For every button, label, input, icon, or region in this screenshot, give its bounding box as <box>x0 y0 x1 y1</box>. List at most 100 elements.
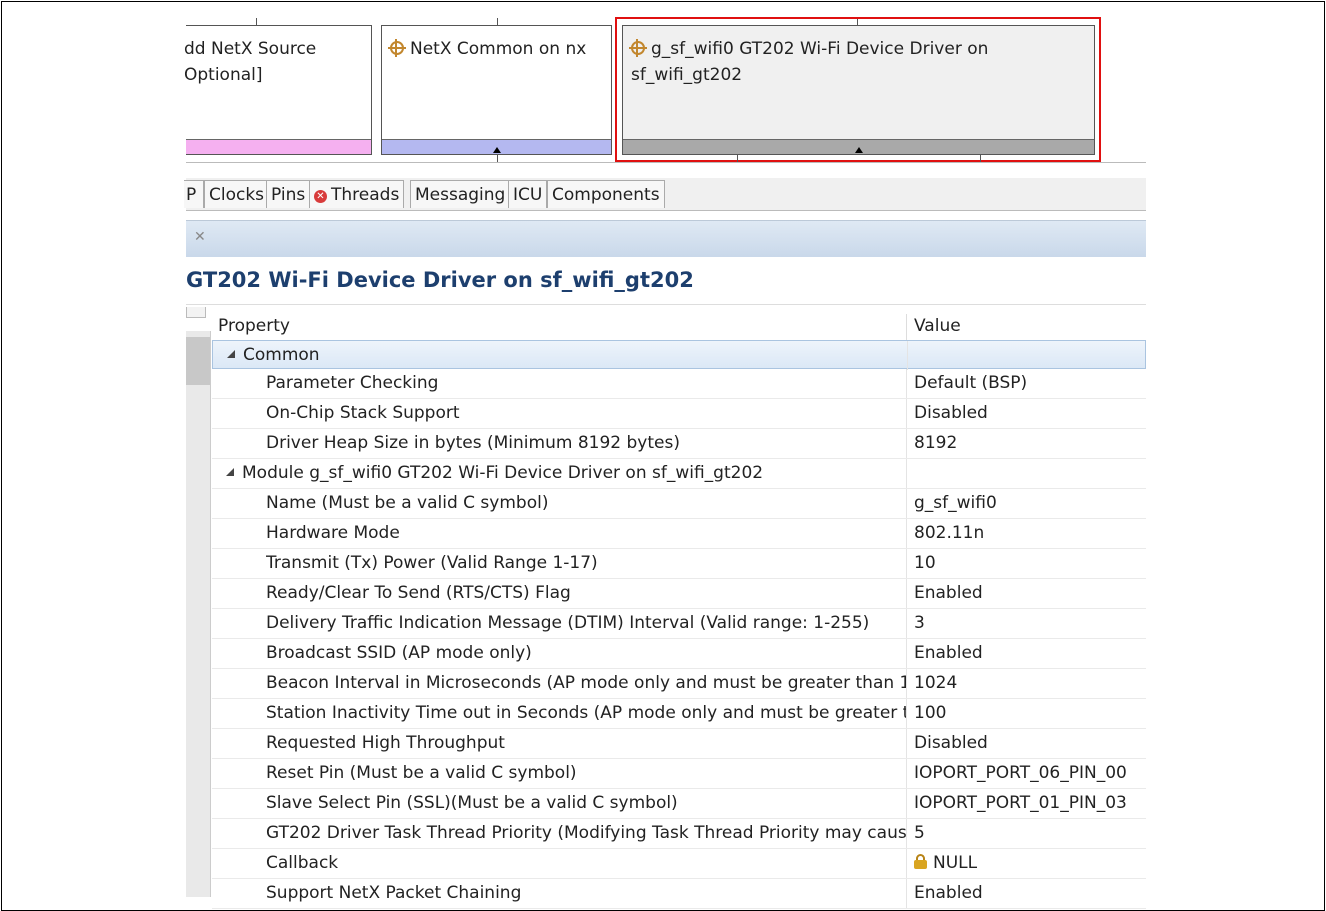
property-value[interactable]: IOPORT_PORT_06_PIN_00 <box>914 759 1146 788</box>
cell-separator <box>906 609 907 638</box>
property-name: Callback <box>266 853 339 873</box>
property-value[interactable]: 802.11n <box>914 519 1146 548</box>
property-name: Ready/Clear To Send (RTS/CTS) Flag <box>266 583 571 603</box>
tab-messaging[interactable]: Messaging <box>410 180 511 208</box>
cell-separator <box>906 849 907 878</box>
property-value[interactable]: 100 <box>914 699 1146 728</box>
property-value[interactable]: 10 <box>914 549 1146 578</box>
left-panel-strip <box>186 307 211 897</box>
property-name: On-Chip Stack Support <box>266 403 460 423</box>
property-name: Parameter Checking <box>266 373 439 393</box>
table-row[interactable]: Support NetX Packet Chaining Enabled <box>212 879 1146 909</box>
property-name: Requested High Throughput <box>266 733 505 753</box>
expand-up-icon[interactable] <box>493 147 501 153</box>
table-body: Common Parameter Checking Default (BSP) On-… <box>212 340 1146 909</box>
tab-components[interactable]: Components <box>547 180 665 208</box>
tab-bsp[interactable]: P <box>184 180 204 208</box>
stack-color-bar <box>382 139 611 154</box>
divider <box>186 304 1146 305</box>
cell-separator <box>906 819 907 848</box>
column-separator[interactable] <box>906 314 907 340</box>
table-row[interactable]: Broadcast SSID (AP mode only) Enabled <box>212 639 1146 669</box>
table-row[interactable]: Transmit (Tx) Power (Valid Range 1-17) 10 <box>212 549 1146 579</box>
property-name: Hardware Mode <box>266 523 400 543</box>
tab-icu[interactable]: ICU <box>508 180 548 208</box>
tab-pins[interactable]: Pins <box>266 180 311 208</box>
property-value[interactable]: 8192 <box>914 429 1146 458</box>
table-row[interactable]: GT202 Driver Task Thread Priority (Modif… <box>212 819 1146 849</box>
cell-separator <box>906 369 907 398</box>
cell-separator <box>906 759 907 788</box>
property-name: Station Inactivity Time out in Seconds (… <box>266 703 906 723</box>
connector-line <box>497 154 498 162</box>
property-name: Module g_sf_wifi0 GT202 Wi-Fi Device Dri… <box>226 459 866 488</box>
tab-clocks[interactable]: Clocks <box>204 180 270 208</box>
property-value[interactable]: 5 <box>914 819 1146 848</box>
stack-add-netx-source[interactable]: dd NetX Source Optional] <box>184 25 372 155</box>
stack-netx-common[interactable]: NetX Common on nx <box>381 25 612 155</box>
table-row[interactable]: Requested High Throughput Disabled <box>212 729 1146 759</box>
collapse-triangle-icon[interactable] <box>227 350 235 358</box>
property-value[interactable]: Disabled <box>914 729 1146 758</box>
scroll-track <box>186 331 211 897</box>
stack-color-bar <box>186 139 371 154</box>
table-row[interactable]: Reset Pin (Must be a valid C symbol) IOPO… <box>212 759 1146 789</box>
table-header: Property Value <box>212 312 1146 340</box>
panel-tab[interactable] <box>186 307 206 318</box>
cell-separator <box>906 699 907 728</box>
property-name: Slave Select Pin (SSL)(Must be a valid C… <box>266 793 678 813</box>
table-row[interactable]: Delivery Traffic Indication Message (DTI… <box>212 609 1146 639</box>
table-row[interactable]: Slave Select Pin (SSL)(Must be a valid C… <box>212 789 1146 819</box>
cell-separator <box>906 789 907 818</box>
column-header-property[interactable]: Property <box>218 312 290 340</box>
property-value[interactable]: Enabled <box>914 639 1146 668</box>
cell-separator <box>906 729 907 758</box>
property-name: Support NetX Packet Chaining <box>266 883 522 903</box>
table-row[interactable]: Ready/Clear To Send (RTS/CTS) Flag Enable… <box>212 579 1146 609</box>
property-value[interactable]: Enabled <box>914 879 1146 908</box>
table-row[interactable]: Hardware Mode 802.11n <box>212 519 1146 549</box>
divider <box>186 162 1146 163</box>
property-name: Delivery Traffic Indication Message (DTI… <box>266 613 870 633</box>
property-name: Beacon Interval in Microseconds (AP mode… <box>266 673 906 693</box>
property-value[interactable]: NULL <box>914 849 1146 878</box>
table-row[interactable]: On-Chip Stack Support Disabled <box>212 399 1146 429</box>
table-row[interactable]: Callback NULL <box>212 849 1146 879</box>
config-tabs: P Clocks Pins ✕ Threads Messaging ICU Com… <box>184 178 1146 211</box>
property-name: Reset Pin (Must be a valid C symbol) <box>266 763 577 783</box>
cell-separator <box>906 489 907 518</box>
property-value[interactable]: IOPORT_PORT_01_PIN_03 <box>914 789 1146 818</box>
cell-separator <box>906 549 907 578</box>
table-row[interactable]: Beacon Interval in Microseconds (AP mode… <box>212 669 1146 699</box>
tab-threads[interactable]: ✕ Threads <box>309 180 405 208</box>
column-header-value[interactable]: Value <box>914 312 961 340</box>
close-icon[interactable]: ✕ <box>194 229 206 245</box>
property-value[interactable]: 1024 <box>914 669 1146 698</box>
cell-separator <box>907 341 908 370</box>
table-row[interactable]: Parameter Checking Default (BSP) <box>212 369 1146 399</box>
property-value[interactable]: Enabled <box>914 579 1146 608</box>
cell-separator <box>906 429 907 458</box>
table-group-row[interactable]: Common <box>212 340 1146 370</box>
property-name: Name (Must be a valid C symbol) <box>266 493 549 513</box>
module-icon <box>388 39 406 57</box>
table-row[interactable]: Station Inactivity Time out in Seconds (… <box>212 699 1146 729</box>
stack-label: NetX Common on nx <box>386 36 586 62</box>
property-name: GT202 Driver Task Thread Priority (Modif… <box>266 823 906 843</box>
table-row[interactable]: Name (Must be a valid C symbol) g_sf_wifi… <box>212 489 1146 519</box>
table-group-row[interactable]: Module g_sf_wifi0 GT202 Wi-Fi Device Dri… <box>212 459 1146 489</box>
cell-separator <box>906 879 907 908</box>
stack-label: dd NetX Source Optional] <box>184 39 317 85</box>
cell-separator <box>906 459 907 488</box>
scroll-thumb[interactable] <box>186 337 210 385</box>
cell-separator <box>906 669 907 698</box>
collapse-triangle-icon[interactable] <box>226 468 234 476</box>
property-value[interactable]: Disabled <box>914 399 1146 428</box>
cell-separator <box>906 399 907 428</box>
property-value[interactable]: Default (BSP) <box>914 369 1146 398</box>
property-value[interactable]: g_sf_wifi0 <box>914 489 1146 518</box>
connector-line <box>737 154 738 162</box>
property-value[interactable]: 3 <box>914 609 1146 638</box>
table-row[interactable]: Driver Heap Size in bytes (Minimum 8192 … <box>212 429 1146 459</box>
properties-view-header: ✕ <box>186 220 1146 257</box>
